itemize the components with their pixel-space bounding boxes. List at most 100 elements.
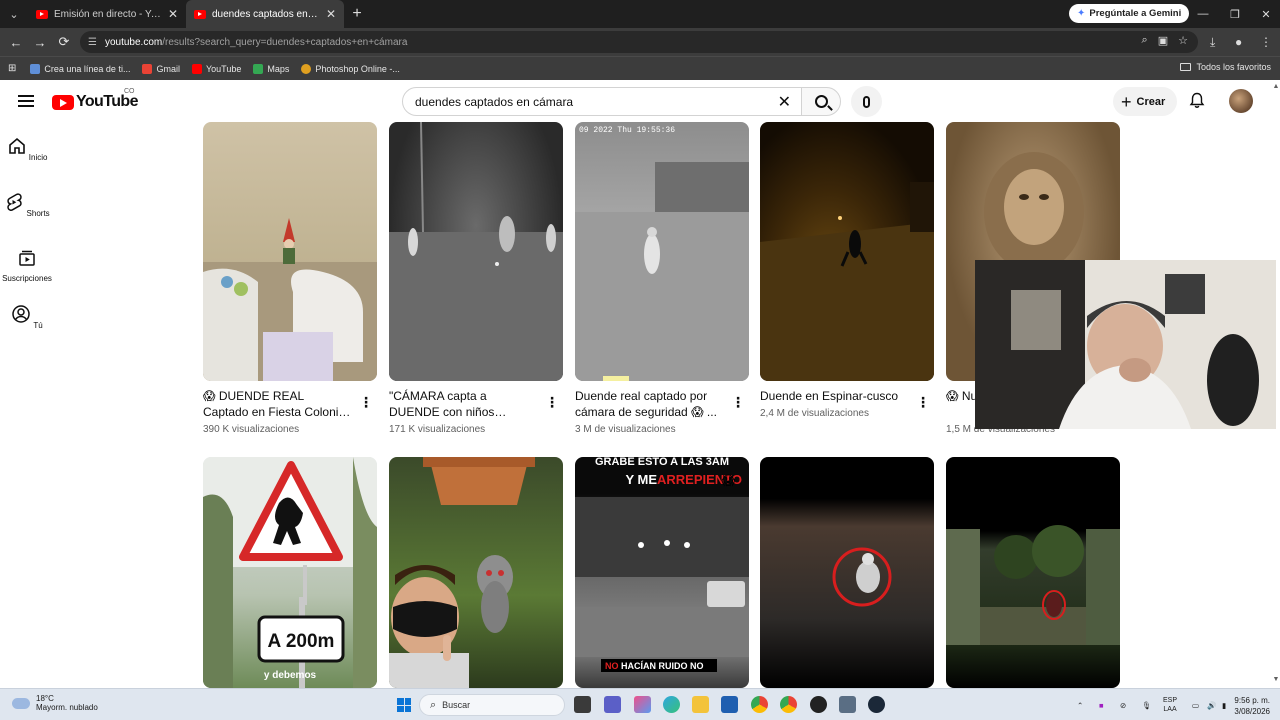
short-thumbnail[interactable] <box>203 122 377 381</box>
sidebar-item-suscripciones[interactable]: Suscripciones <box>0 248 54 283</box>
video-title[interactable]: Duende real captado por cámara de seguri… <box>575 388 723 420</box>
video-title[interactable]: 😱 DUENDE REAL Captado en Fiesta Colonia … <box>203 388 351 420</box>
weather-widget[interactable]: 18°C Mayorm. nublado <box>12 694 98 712</box>
window-close-icon[interactable]: ✕ <box>1250 0 1280 28</box>
voice-search-button[interactable] <box>851 86 882 117</box>
tray-app-icon[interactable]: ■ <box>1099 689 1104 720</box>
photoshop-icon <box>301 63 312 74</box>
restore-icon[interactable]: ❐ <box>1219 0 1251 28</box>
sidebar-item-inicio[interactable]: Inicio <box>0 136 54 162</box>
scroll-down-arrow-icon[interactable]: ▼ <box>1272 676 1280 683</box>
notifications-bell-icon[interactable] <box>1189 92 1205 109</box>
folder-icon <box>1180 63 1192 71</box>
bookmark-item[interactable]: Crea una línea de ti... <box>30 63 130 74</box>
bookmark-star-icon[interactable]: ☆ <box>1178 34 1188 47</box>
profile-icon[interactable]: ● <box>1235 28 1242 56</box>
apps-grid-icon[interactable]: ⊞ <box>8 63 16 74</box>
file-explorer-icon[interactable] <box>692 696 709 713</box>
site-info-icon[interactable]: ☰ <box>88 37 97 48</box>
short-thumbnail[interactable] <box>946 457 1120 688</box>
tab-search-results[interactable]: duendes captados en cámara - YouTube ✕ <box>186 0 344 28</box>
forward-icon[interactable]: → <box>28 28 52 56</box>
short-thumbnail[interactable] <box>389 457 563 688</box>
edge-icon[interactable] <box>663 696 680 713</box>
gemini-sparkle-icon: ✦ <box>1077 8 1086 19</box>
search-icon: ⌕ <box>430 698 437 711</box>
caption-top: GRABÉ ESTO A LAS 3AM <box>595 457 729 468</box>
tab-title: duendes captados en cámara - YouTube <box>212 8 320 20</box>
view-count: 171 K visualizaciones <box>389 424 486 435</box>
copilot-icon[interactable] <box>634 696 651 713</box>
windows-taskbar: 18°C Mayorm. nublado ⌕ Buscar ⌃ ■ ⊘ 🎙 ES… <box>0 688 1280 720</box>
short-thumbnail[interactable] <box>760 122 934 381</box>
bookmark-item[interactable]: YouTube <box>191 63 241 74</box>
zoom-icon[interactable]: ⌕ <box>1142 34 1148 47</box>
language-indicator[interactable]: ESP LAA <box>1163 689 1177 720</box>
tray-microphone-icon[interactable]: 🎙 <box>1142 689 1152 720</box>
tab-search-icon[interactable]: ⌄ <box>0 0 28 28</box>
search-button[interactable] <box>801 87 841 116</box>
obs-icon[interactable] <box>810 696 827 713</box>
short-thumbnail[interactable]: A 200m y debemos <box>203 457 377 688</box>
short-thumbnail[interactable]: GRABÉ ESTO A LAS 3AM Y ME ARREPIENTO 😱 N… <box>575 457 749 688</box>
bookmark-item[interactable]: Maps <box>253 63 289 74</box>
tray-chevron-icon[interactable]: ⌃ <box>1077 689 1083 720</box>
short-thumbnail[interactable] <box>389 122 563 381</box>
chrome-icon[interactable] <box>780 696 797 713</box>
hamburger-menu-icon[interactable] <box>18 95 34 107</box>
tray-network-off-icon[interactable]: ⊘ <box>1120 689 1126 720</box>
address-bar[interactable]: ☰ youtube.com /results?search_query=duen… <box>80 31 1198 53</box>
more-options-icon[interactable]: ⋮ <box>359 394 373 410</box>
new-tab-button[interactable]: + <box>344 5 370 23</box>
short-thumbnail[interactable]: 09 2022 Thu 19:55:36 <box>575 122 749 381</box>
short-thumbnail[interactable] <box>760 457 934 688</box>
taskbar-search[interactable]: ⌕ Buscar <box>419 694 565 716</box>
sidebar-item-tu[interactable]: Tú <box>0 304 54 330</box>
close-icon[interactable]: ✕ <box>168 7 178 21</box>
security-camera-image: 09 2022 Thu 19:55:36 <box>575 126 749 381</box>
maps-icon <box>253 63 264 74</box>
battery-icon[interactable]: ▮ <box>1222 689 1226 720</box>
gemini-button[interactable]: ✦ Pregúntale a Gemini <box>1069 4 1190 23</box>
bookmark-item[interactable]: Photoshop Online -... <box>301 63 400 74</box>
steam-icon[interactable] <box>868 696 885 713</box>
forest-figure-image <box>946 525 1120 645</box>
task-view-icon[interactable] <box>574 696 591 713</box>
more-options-icon[interactable]: ⋮ <box>545 394 559 410</box>
bookmark-item[interactable]: Gmail <box>142 63 180 74</box>
menu-dots-icon[interactable]: ⋮ <box>1260 28 1272 56</box>
cast-icon[interactable]: ▣ <box>1158 34 1168 47</box>
sidebar-item-shorts[interactable]: Shorts <box>0 192 54 218</box>
calculator-icon[interactable] <box>839 696 856 713</box>
view-count: 2,4 M de visualizaciones <box>760 408 869 419</box>
scroll-up-arrow-icon[interactable]: ▲ <box>1272 83 1280 90</box>
youtube-logo[interactable]: YouTube CO <box>52 88 138 111</box>
windows-start-icon[interactable] <box>397 698 411 712</box>
night-street-camera-image: GRABÉ ESTO A LAS 3AM Y ME ARREPIENTO 😱 N… <box>575 457 749 672</box>
youtube-masthead: YouTube CO duendes captados en cámara ✕ … <box>0 80 1272 122</box>
clear-search-icon[interactable]: ✕ <box>778 92 791 112</box>
create-button[interactable]: + Crear <box>1113 87 1178 116</box>
sign-text: A 200m <box>268 631 335 652</box>
minimize-icon[interactable]: — <box>1187 0 1219 28</box>
video-title[interactable]: Duende en Espinar-cusco <box>760 388 908 404</box>
back-icon[interactable]: ← <box>4 28 28 56</box>
monitor-icon[interactable]: ▭ <box>1192 689 1199 720</box>
caption-bottom-red: NO <box>605 661 619 671</box>
chrome-icon[interactable] <box>751 696 768 713</box>
more-options-icon[interactable]: ⋮ <box>731 394 745 410</box>
more-options-icon[interactable]: ⋮ <box>916 394 930 410</box>
search-input[interactable]: duendes captados en cámara ✕ <box>402 87 802 116</box>
video-title[interactable]: "CÁMARA capta a DUENDE con niños jugando… <box>389 388 537 420</box>
volume-icon[interactable]: 🔊 <box>1207 689 1216 720</box>
tab-youtube-studio[interactable]: Emisión en directo - YouTube Studio ✕ <box>28 0 186 28</box>
download-icon[interactable]: ⤓ <box>1210 28 1215 56</box>
store-icon[interactable] <box>721 696 738 713</box>
all-bookmarks[interactable]: Todos los favoritos <box>1180 62 1271 72</box>
avatar[interactable] <box>1229 89 1253 113</box>
teams-icon[interactable] <box>604 696 621 713</box>
reload-icon[interactable]: ⟳ <box>52 28 76 56</box>
close-icon[interactable]: ✕ <box>326 7 336 21</box>
view-count: 3 M de visualizaciones <box>575 424 676 435</box>
system-clock[interactable]: 9:56 p. m. 3/08/2026 <box>1234 695 1270 717</box>
